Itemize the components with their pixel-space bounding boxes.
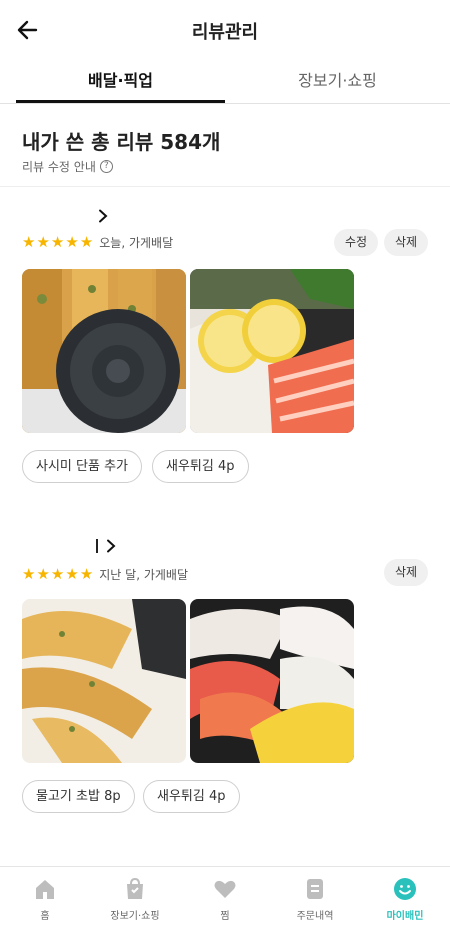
review-card: ★ ★ ★ ★ ★ 오늘, 가게배달 수정 삭제 사시미 단품 추가 새우튀김 … (0, 186, 450, 516)
receipt-icon (307, 879, 323, 899)
menu-chip: 물고기 초밥 8p (22, 780, 135, 813)
star-icon: ★ (22, 565, 36, 583)
star-icon: ★ (36, 233, 50, 251)
star-icon: ★ (65, 233, 79, 251)
review-count-title: 내가 쓴 총 리뷰 584개 (22, 130, 221, 154)
tab-grocery-shopping[interactable]: 장보기·쇼핑 (225, 60, 450, 104)
store-name-divider (96, 539, 98, 553)
review-photo[interactable] (22, 599, 186, 763)
star-icon: ★ (79, 233, 94, 251)
tab-delivery-pickup[interactable]: 배달·픽업 (8, 60, 233, 104)
star-icon: ★ (22, 233, 36, 251)
edit-button[interactable]: 수정 (334, 229, 379, 256)
nav-label: 홈 (40, 911, 50, 922)
menu-chip: 사시미 단품 추가 (22, 450, 142, 483)
nav-orders[interactable]: 주문내역 (270, 867, 360, 926)
store-link[interactable] (96, 206, 110, 226)
review-date-type: 오늘, 가게배달 (99, 236, 174, 250)
nav-my-baemin[interactable]: 마이배민 (360, 867, 450, 926)
chevron-right-icon (106, 539, 115, 553)
smile-icon (394, 878, 416, 900)
review-edit-guide-label: 리뷰 수정 안내 (22, 160, 96, 174)
review-summary: 내가 쓴 총 리뷰 584개 (22, 126, 220, 155)
nav-label: 주문내역 (296, 911, 334, 922)
review-photo[interactable] (190, 269, 354, 433)
tab-active-indicator (16, 100, 225, 103)
nav-label: 찜 (220, 911, 230, 922)
review-card: ★ ★ ★ ★ ★ 지난 달, 가게배달 삭제 물고기 초밥 8p 새우튀김 4… (0, 516, 450, 846)
heart-icon (214, 880, 236, 898)
review-meta: ★ ★ ★ ★ ★ 오늘, 가게배달 (22, 234, 173, 251)
review-meta: ★ ★ ★ ★ ★ 지난 달, 가게배달 (22, 566, 188, 583)
review-photo[interactable] (190, 599, 354, 763)
app-header: 리뷰관리 (0, 0, 450, 60)
nav-label: 마이배민 (386, 911, 424, 922)
review-date-type: 지난 달, 가게배달 (99, 568, 188, 582)
nav-home[interactable]: 홈 (0, 867, 90, 926)
star-icon: ★ (50, 565, 65, 583)
menu-chip: 새우튀김 4p (143, 780, 240, 813)
star-rating: ★ ★ ★ ★ ★ (22, 235, 93, 250)
bottom-navigation: 홈 장보기·쇼핑 찜 주문내역 마이배민 (0, 866, 450, 926)
star-icon: ★ (50, 233, 65, 251)
home-icon (36, 880, 54, 899)
delete-button[interactable]: 삭제 (384, 229, 429, 256)
review-photo[interactable] (22, 269, 186, 433)
help-icon[interactable]: ? (99, 160, 113, 173)
star-rating: ★ ★ ★ ★ ★ (22, 567, 93, 582)
shopping-bag-icon (127, 877, 143, 899)
review-edit-guide[interactable]: 리뷰 수정 안내 ? (22, 158, 113, 175)
menu-chip: 새우튀김 4p (152, 450, 249, 483)
tab-bar: 배달·픽업 장보기·쇼핑 (0, 60, 450, 104)
page-title: 리뷰관리 (191, 22, 259, 43)
nav-shopping[interactable]: 장보기·쇼핑 (90, 867, 180, 926)
store-link[interactable] (96, 536, 118, 556)
star-icon: ★ (79, 565, 94, 583)
nav-favorites[interactable]: 찜 (180, 867, 270, 926)
nav-label: 장보기·쇼핑 (110, 911, 160, 922)
star-icon: ★ (36, 565, 50, 583)
chevron-right-icon (99, 209, 108, 223)
star-icon: ★ (65, 565, 79, 583)
delete-button[interactable]: 삭제 (384, 559, 429, 586)
